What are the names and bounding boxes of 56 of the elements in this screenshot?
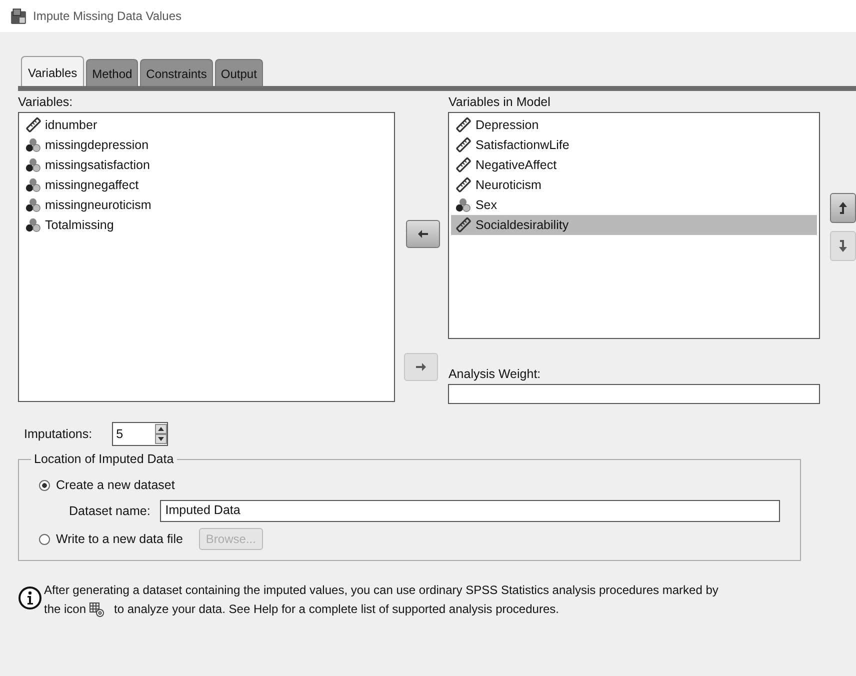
tab[interactable]: Method — [86, 59, 138, 86]
field-label: Imputations: — [24, 427, 92, 441]
spin-arrows-icon — [155, 423, 168, 445]
list-item[interactable]: NegativeAffect — [451, 155, 817, 175]
list-item[interactable]: Depression — [451, 115, 817, 135]
ruler-icon — [455, 177, 472, 193]
arrow-icon — [836, 239, 850, 253]
input-field[interactable]: Imputed Data — [160, 500, 780, 522]
radio-label[interactable]: Write to a new data file — [56, 532, 183, 546]
radio-button[interactable] — [39, 534, 50, 544]
arrow-icon — [836, 201, 850, 215]
three-balls-icon — [455, 197, 472, 213]
radio-label[interactable]: Create a new dataset — [56, 478, 175, 492]
three-balls-icon — [25, 137, 41, 153]
three-balls-icon — [25, 217, 41, 233]
list-item[interactable]: SatisfactionwLife — [451, 135, 817, 155]
list-item[interactable]: missingdepression — [21, 135, 392, 155]
list-item[interactable]: idnumber — [21, 115, 392, 135]
three-balls-icon — [25, 157, 41, 173]
arrow-button[interactable] — [406, 220, 440, 248]
info-text: After generating a dataset containing the imputed values, you can use ordinary SPSS Statistics analysis procedures marked by — [44, 583, 718, 597]
tab[interactable]: Variables — [21, 56, 84, 86]
ruler-icon — [455, 157, 472, 173]
arrow-icon — [414, 360, 428, 374]
radio-button[interactable] — [39, 480, 50, 490]
info-icon — [18, 586, 42, 610]
ruler-icon — [455, 137, 472, 153]
info-text: the icon — [44, 601, 86, 618]
three-balls-icon — [25, 177, 41, 193]
list-item[interactable]: Neuroticism — [451, 175, 817, 195]
app-icon — [10, 8, 27, 24]
ruler-icon — [455, 217, 472, 233]
list-item[interactable]: missingneuroticism — [21, 195, 392, 215]
list-item[interactable]: Sex — [451, 195, 817, 215]
tab[interactable]: Constraints — [140, 59, 213, 86]
variables-list[interactable]: idnumber missingdepression missingsatisfaction missingnegaffect missingneuroticism Totalmissing — [18, 112, 395, 402]
list-item[interactable]: Totalmissing — [21, 215, 392, 235]
table-gear-icon — [89, 602, 106, 618]
field-label: Dataset name: — [69, 504, 150, 518]
list-label: Variables in Model — [448, 95, 552, 109]
list-label: Variables: — [18, 95, 74, 109]
field-label: Analysis Weight: — [448, 367, 542, 381]
list-item[interactable]: Socialdesirability — [451, 215, 817, 235]
spin-field[interactable]: 5 — [112, 422, 168, 446]
arrow-button[interactable] — [830, 193, 856, 223]
list-item[interactable]: missingnegaffect — [21, 175, 392, 195]
window-title: Impute Missing Data Values — [33, 9, 182, 23]
list-item[interactable]: missingsatisfaction — [21, 155, 392, 175]
model-list[interactable]: Depression SatisfactionwLife NegativeAffect Neuroticism Sex Socialdesirability — [448, 112, 820, 339]
ruler-icon — [25, 117, 41, 133]
three-balls-icon — [25, 197, 41, 213]
tab[interactable]: Output — [214, 59, 263, 86]
ruler-icon — [455, 117, 472, 133]
input-field[interactable] — [448, 384, 820, 404]
info-text: to analyze your data. See Help for a complete list of supported analysis procedures. — [114, 601, 559, 618]
group-title: Location of Imputed Data — [33, 452, 175, 466]
